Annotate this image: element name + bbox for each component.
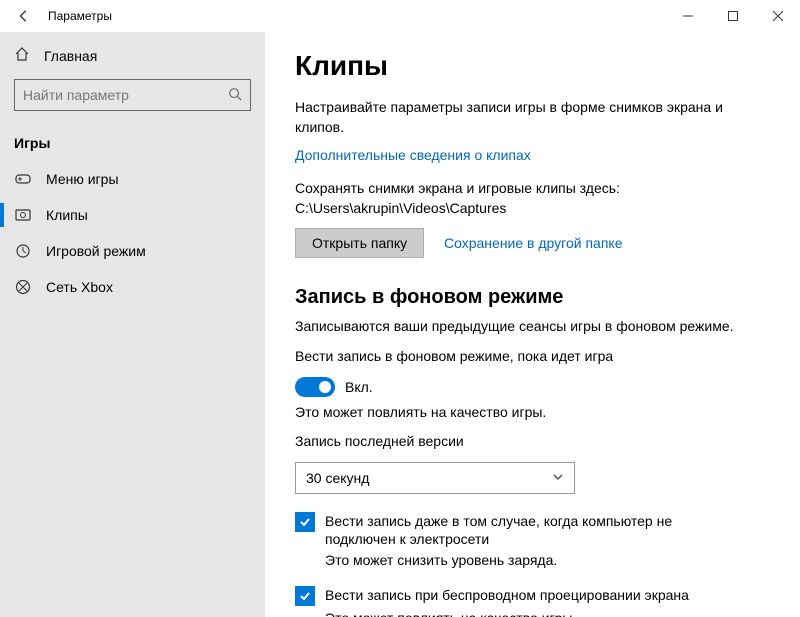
maximize-button[interactable]: [710, 0, 755, 32]
sidebar-item-game-bar[interactable]: Меню игры: [0, 161, 265, 197]
intro-text: Настраивайте параметры записи игры в фор…: [295, 98, 770, 137]
sidebar-item-label: Меню игры: [46, 171, 119, 187]
sidebar-home[interactable]: Главная: [0, 38, 265, 73]
search-icon: [228, 87, 242, 104]
background-recording-desc: Записываются ваши предыдущие сеансы игры…: [295, 317, 770, 337]
other-folder-link[interactable]: Сохранение в другой папке: [444, 235, 623, 251]
sidebar-home-label: Главная: [44, 48, 97, 64]
background-recording-heading: Запись в фоновом режиме: [295, 286, 770, 309]
record-wireless-checkbox[interactable]: [295, 586, 315, 606]
content-area: Клипы Настраивайте параметры записи игры…: [265, 32, 800, 617]
sidebar-item-xbox-network[interactable]: Сеть Xbox: [0, 269, 265, 305]
sidebar: Главная Игры Меню игры Клипы: [0, 32, 265, 617]
gamemode-icon: [14, 243, 32, 259]
search-input[interactable]: [23, 87, 228, 103]
sidebar-item-captures[interactable]: Клипы: [0, 197, 265, 233]
toggle-note: Это может повлиять на качество игры.: [295, 403, 770, 423]
window-title: Параметры: [48, 9, 112, 23]
toggle-state-label: Вкл.: [345, 379, 373, 395]
bg-record-toggle[interactable]: Вкл.: [295, 377, 770, 397]
checkbox-label: Вести запись при беспроводном проецирова…: [325, 586, 689, 604]
title-bar: Параметры: [0, 0, 800, 32]
open-folder-button[interactable]: Открыть папку: [295, 228, 424, 258]
sidebar-item-label: Сеть Xbox: [46, 279, 113, 295]
save-location-text: Сохранять снимки экрана и игровые клипы …: [295, 179, 735, 218]
checkbox-label: Вести запись даже в том случае, когда ко…: [325, 512, 745, 548]
last-recording-select[interactable]: 30 секунд: [295, 462, 575, 494]
xbox-icon: [14, 279, 32, 295]
page-title: Клипы: [295, 50, 770, 82]
select-value: 30 секунд: [306, 470, 369, 486]
close-button[interactable]: [755, 0, 800, 32]
toggle-track: [295, 377, 335, 397]
sidebar-category: Игры: [0, 117, 265, 161]
checkbox-note: Это может снизить уровень заряда.: [325, 552, 770, 568]
last-recording-label: Запись последней версии: [295, 432, 770, 452]
gamebar-icon: [14, 171, 32, 187]
sidebar-item-label: Клипы: [46, 207, 88, 223]
record-on-battery-checkbox[interactable]: [295, 512, 315, 532]
minimize-button[interactable]: [665, 0, 710, 32]
search-box[interactable]: [14, 79, 251, 111]
checkbox-note: Это может повлиять на качество игры.: [325, 610, 770, 617]
chevron-down-icon: [552, 470, 564, 486]
back-button[interactable]: [8, 0, 40, 32]
bg-toggle-caption: Вести запись в фоновом режиме, пока идет…: [295, 347, 770, 367]
more-info-link[interactable]: Дополнительные сведения о клипах: [295, 147, 531, 163]
captures-icon: [14, 207, 32, 223]
sidebar-item-game-mode[interactable]: Игровой режим: [0, 233, 265, 269]
sidebar-item-label: Игровой режим: [46, 243, 146, 259]
home-icon: [14, 46, 30, 65]
